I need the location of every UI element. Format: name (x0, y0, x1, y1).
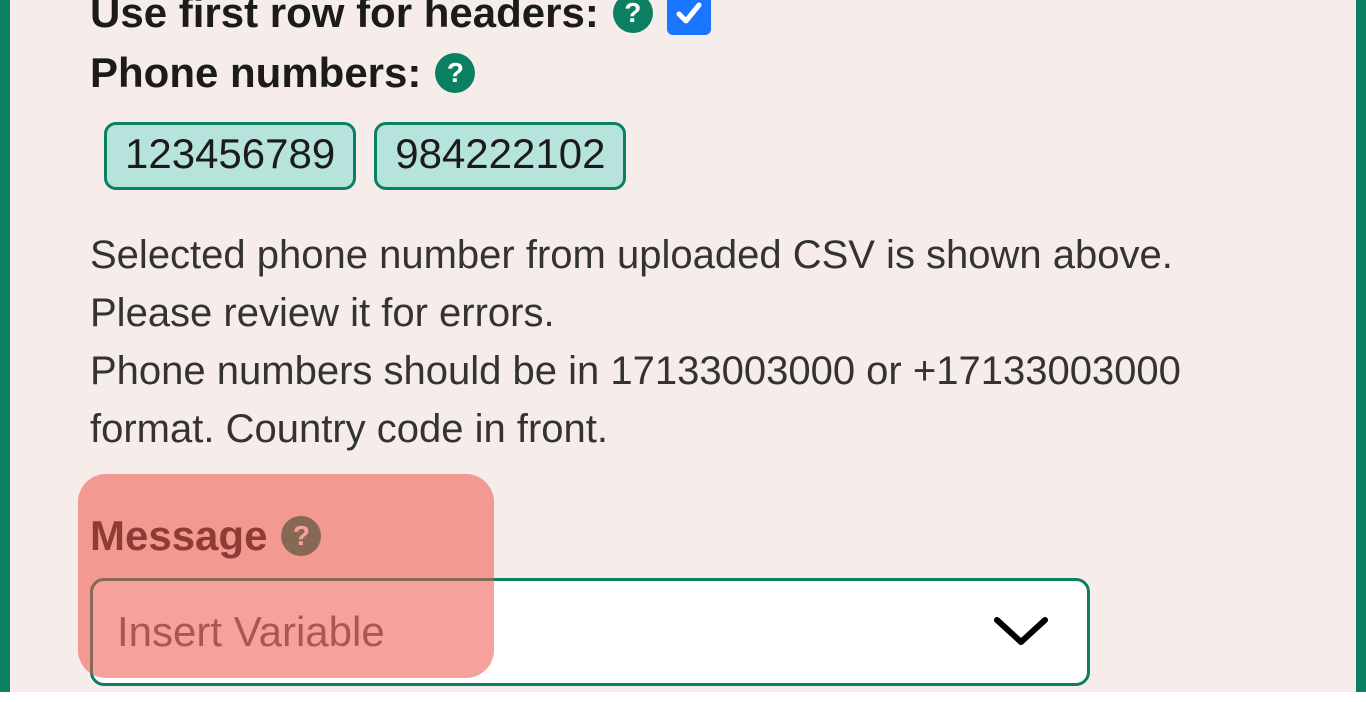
instructions-line: Phone numbers should be in 17133003000 o… (90, 349, 1181, 451)
message-section: Message ? Insert Variable (90, 512, 1276, 686)
message-label: Message (90, 512, 267, 560)
use-first-row-label: Use first row for headers: (90, 0, 599, 36)
use-first-row-checkbox[interactable] (667, 0, 711, 35)
phone-numbers-label: Phone numbers: (90, 50, 421, 96)
chevron-down-icon (989, 610, 1053, 655)
message-label-row: Message ? (90, 512, 1276, 560)
phone-numbers-row: Phone numbers: ? (90, 50, 1276, 96)
phone-number-chip[interactable]: 984222102 (374, 122, 626, 190)
phone-number-chip[interactable]: 123456789 (104, 122, 356, 190)
instructions-line: Selected phone number from uploaded CSV … (90, 233, 1173, 335)
dropdown-placeholder: Insert Variable (117, 608, 385, 656)
phone-number-instructions: Selected phone number from uploaded CSV … (90, 226, 1276, 458)
help-icon[interactable]: ? (435, 53, 475, 93)
help-icon[interactable]: ? (281, 516, 321, 556)
use-first-row-row: Use first row for headers: ? (90, 0, 1276, 36)
help-icon[interactable]: ? (613, 0, 653, 33)
checkmark-icon (673, 0, 705, 29)
insert-variable-dropdown[interactable]: Insert Variable (90, 578, 1090, 686)
phone-number-chips: 123456789 984222102 (104, 122, 1276, 190)
